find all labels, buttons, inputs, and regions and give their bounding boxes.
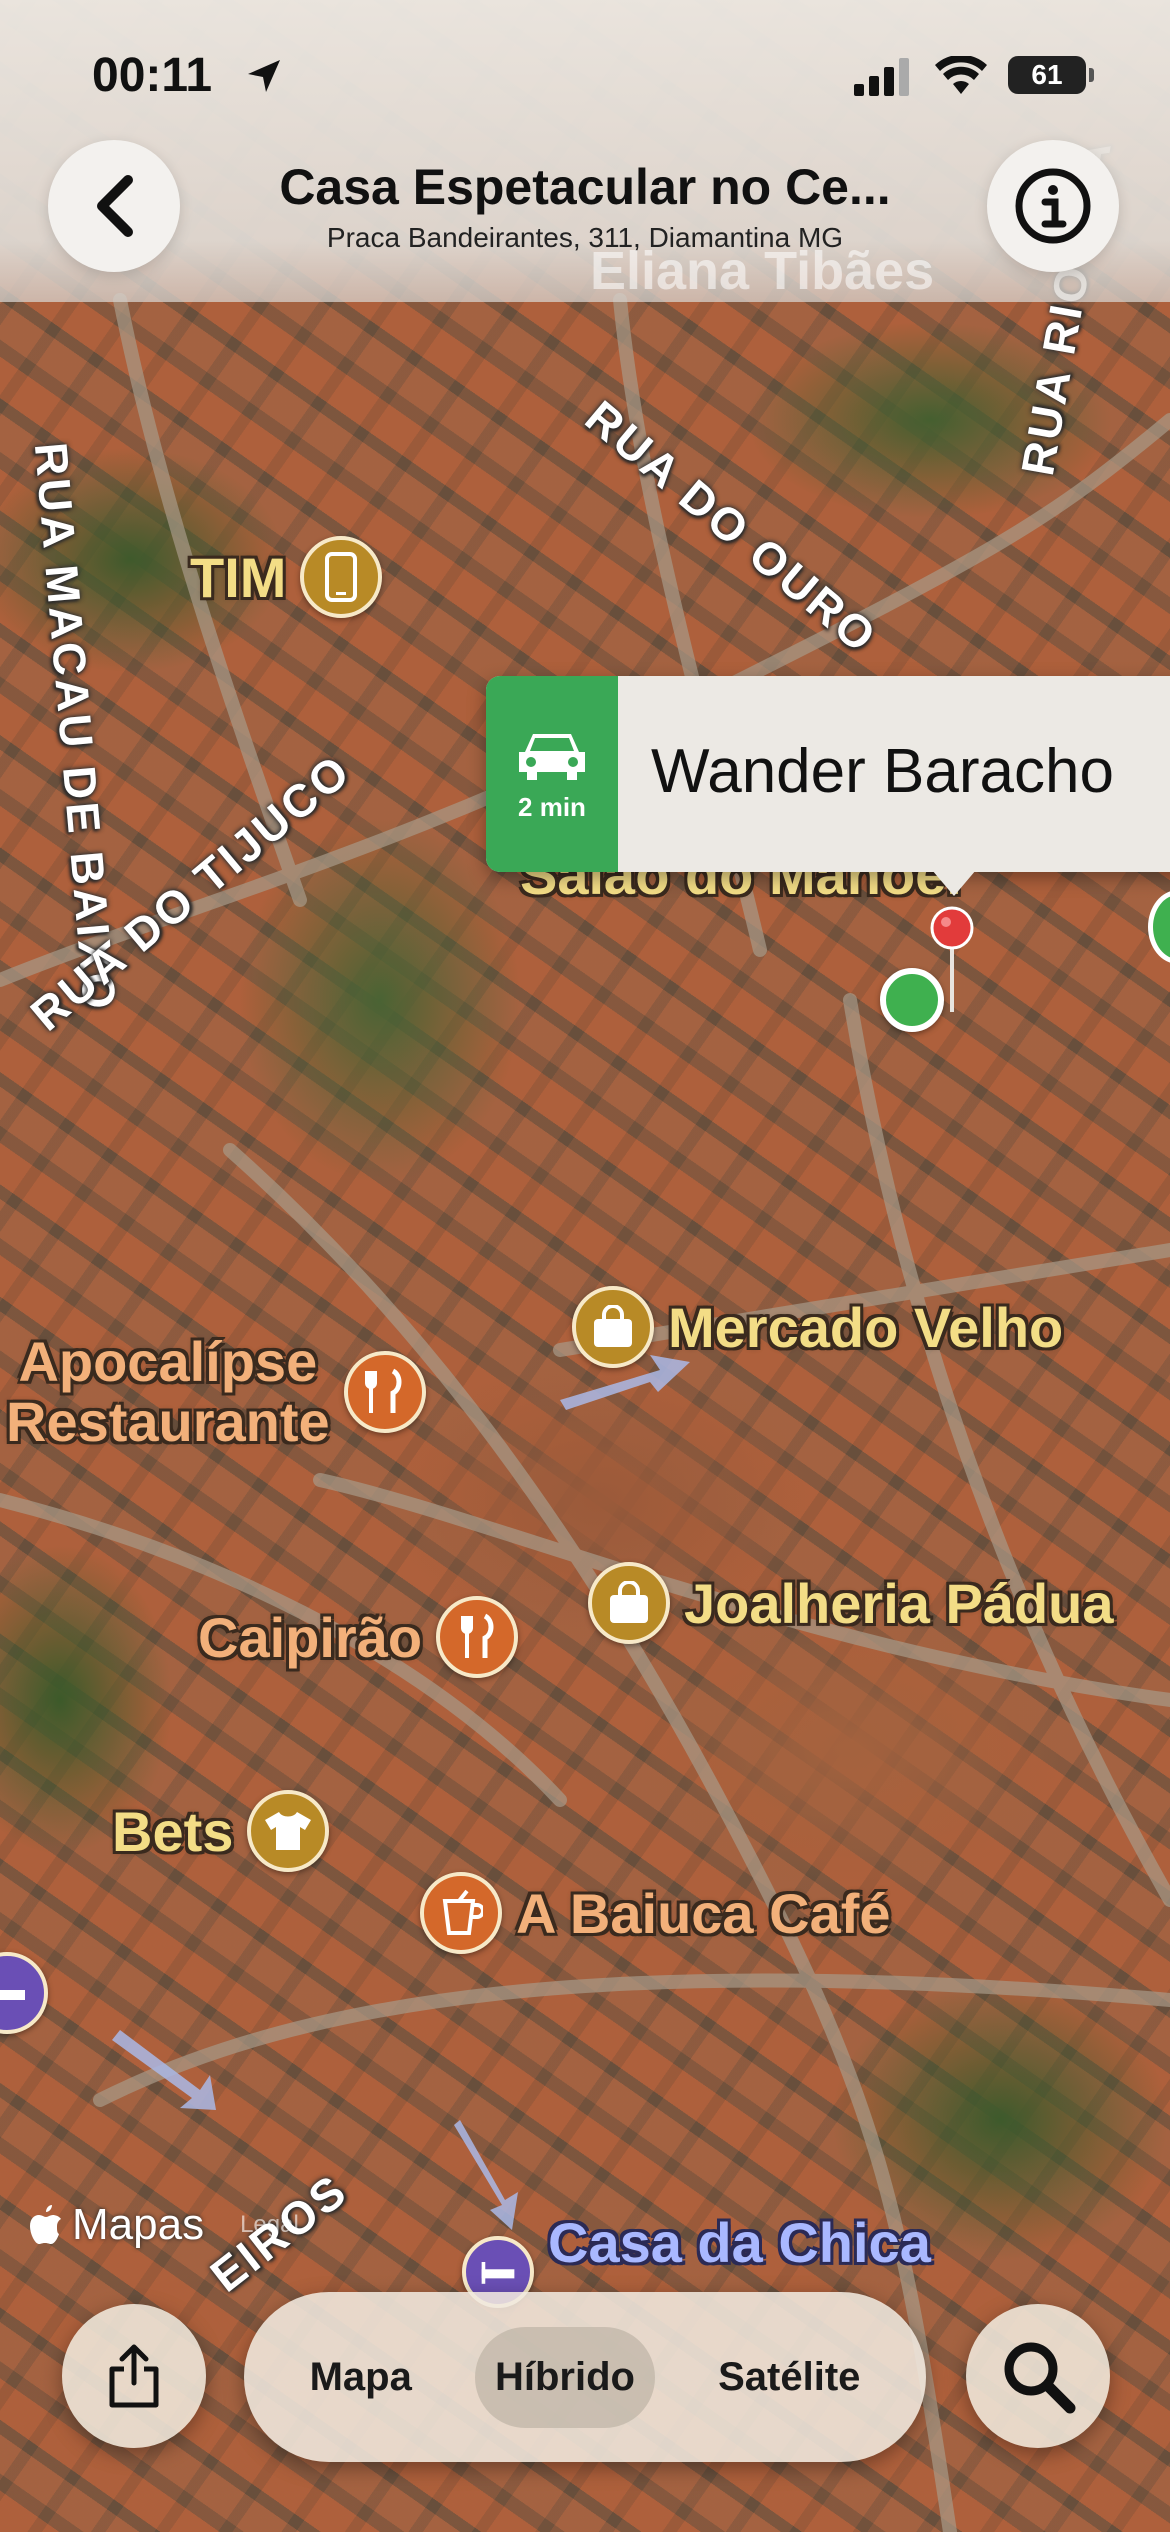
drive-directions-button[interactable]: 2 min <box>486 676 618 872</box>
share-button[interactable] <box>62 2304 206 2448</box>
back-button[interactable] <box>48 140 180 272</box>
poi-baiuca-label: A Baiuca Café <box>516 1881 891 1945</box>
map-mode-satelite[interactable]: Satélite <box>698 2327 880 2428</box>
current-location-dot[interactable] <box>880 968 944 1032</box>
map-mode-hibrido[interactable]: Híbrido <box>474 2326 655 2428</box>
header-bar: 00:11 61 Casa Espetacular no Ce... Praca… <box>0 0 1170 302</box>
car-icon <box>519 733 585 780</box>
restaurant-icon <box>436 1596 519 1678</box>
poi-apocalipse[interactable]: Apocalípse Restaurante <box>6 1332 426 1452</box>
chevron-left-icon <box>97 175 133 237</box>
cellular-signal-icon <box>854 58 909 96</box>
page-title: Casa Espetacular no Ce... <box>279 159 891 215</box>
satellite-map[interactable]: RUA MACAU DE BAIXO RUA DO OURO RUA RIO G… <box>0 0 1170 2532</box>
legal-link[interactable]: Legal <box>240 2211 299 2239</box>
share-icon <box>109 2344 159 2408</box>
poi-bets[interactable]: Bets <box>112 1790 330 1872</box>
map-mode-mapa[interactable]: Mapa <box>290 2327 432 2428</box>
battery-indicator: 61 <box>1008 56 1094 94</box>
apple-logo-icon <box>30 2205 61 2244</box>
poi-joalheria[interactable]: Joalheria Pádua <box>588 1562 1114 1644</box>
search-button[interactable] <box>966 2304 1110 2448</box>
place-callout[interactable]: 2 min Wander Baracho <box>486 676 1170 872</box>
poi-bets-label: Bets <box>112 1799 234 1863</box>
poi-tim[interactable]: TIM <box>190 536 383 618</box>
info-icon <box>1015 168 1091 244</box>
callout-tail <box>932 870 976 896</box>
info-button[interactable] <box>987 140 1119 272</box>
wifi-icon <box>935 56 987 94</box>
search-icon <box>1004 2342 1076 2414</box>
poi-apocalipse-label-1: Apocalípse <box>18 1330 318 1393</box>
drive-time-label: 2 min <box>518 791 586 822</box>
drink-icon <box>420 1872 502 1954</box>
poi-chica-label: Casa da Chica <box>548 2210 931 2274</box>
maps-attribution: Mapas Legal <box>30 2200 299 2250</box>
poi-baiuca[interactable]: A Baiuca Café <box>420 1872 891 1954</box>
faded-map-label: Eliana Tibães <box>590 241 935 301</box>
bed-icon <box>0 1952 48 2034</box>
maps-brand: Mapas <box>72 2200 205 2249</box>
phone-icon <box>300 536 383 618</box>
poi-tim-label: TIM <box>190 545 287 609</box>
shirt-icon <box>247 1790 330 1872</box>
location-arrow-icon <box>248 60 280 92</box>
poi-joalheria-label: Joalheria Pádua <box>684 1571 1114 1635</box>
poi-caipirao-label: Caipirão <box>198 1605 423 1669</box>
road-network <box>0 293 1170 2532</box>
shopping-bag-icon <box>588 1562 670 1644</box>
poi-apocalipse-label-2: Restaurante <box>6 1390 330 1453</box>
poi-mercado[interactable]: Mercado Velho <box>572 1286 1063 1368</box>
poi-mercado-label: Mercado Velho <box>668 1295 1064 1359</box>
restaurant-icon <box>343 1351 426 1433</box>
status-time: 00:11 <box>92 49 213 102</box>
callout-place-name: Wander Baracho <box>651 737 1114 806</box>
map-mode-selector[interactable]: Mapa Híbrido Satélite <box>244 2292 926 2462</box>
status-bar: 00:11 61 <box>0 0 1170 140</box>
shopping-bag-icon <box>572 1286 654 1368</box>
poi-left-edge[interactable] <box>0 1952 48 2034</box>
poi-caipirao[interactable]: Caipirão <box>198 1596 519 1678</box>
